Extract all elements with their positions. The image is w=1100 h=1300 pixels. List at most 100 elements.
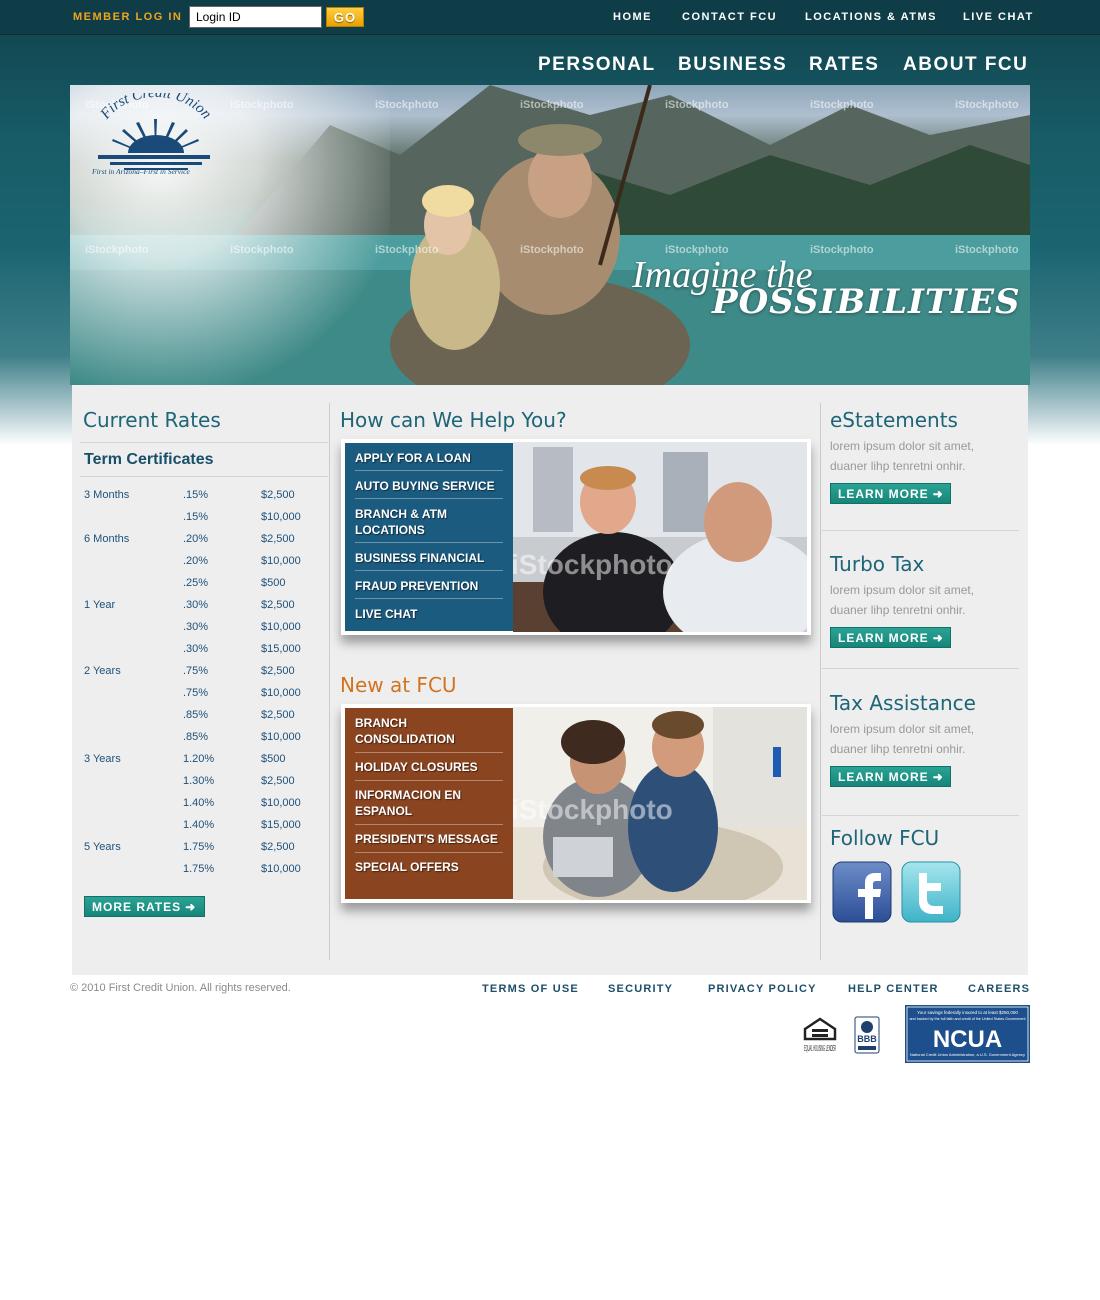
rate-cell: 1.75% <box>183 863 215 875</box>
arrow-right-icon: ➜ <box>185 900 197 914</box>
follow-fcu-title: Follow FCU <box>830 826 940 850</box>
term-cell <box>84 550 183 572</box>
menu-divider <box>355 752 503 753</box>
menu-item-auto-buying[interactable]: AUTO BUYING SERVICE <box>355 478 503 494</box>
term-cell <box>84 814 183 836</box>
copyright-text: © 2010 First Credit Union. All rights re… <box>70 982 291 994</box>
arrow-right-icon: ➜ <box>932 631 944 645</box>
table-row: 3 Months .15% $2,500 <box>84 484 321 506</box>
footer-link-terms[interactable]: TERMS OF USE <box>482 983 579 995</box>
hero-watermark: iStockphoto <box>375 244 439 256</box>
term-cell <box>84 704 183 726</box>
facebook-icon[interactable] <box>832 861 892 923</box>
turbo-tax-text: lorem ipsum dolor sit amet, duaner lihp … <box>830 583 975 617</box>
help-menu: APPLY FOR A LOAN AUTO BUYING SERVICE BRA… <box>345 443 513 631</box>
menu-divider <box>355 598 503 599</box>
current-rates-title: Current Rates <box>83 408 221 432</box>
rate-cell: .20% <box>183 533 209 545</box>
menu-item-holiday-closures[interactable]: HOLIDAY CLOSURES <box>355 759 503 775</box>
login-id-input[interactable] <box>189 6 322 28</box>
tax-assistance-learn-more-button[interactable]: LEARN MORE ➜ <box>830 766 951 787</box>
divider <box>822 530 1019 531</box>
equal-housing-lender-icon: EQUAL HOUSING LENDER <box>803 1017 837 1053</box>
table-row: 5 Years 1.75% $2,500 <box>84 836 321 858</box>
amount-cell: $10,000 <box>261 555 301 567</box>
ncua-line2: and backed by the full faith and credit … <box>910 1016 1027 1021</box>
term-cell <box>84 572 183 594</box>
top-nav-contact[interactable]: CONTACT FCU <box>682 11 777 23</box>
menu-item-special-offers[interactable]: SPECIAL OFFERS <box>355 859 503 875</box>
hero-headline-line2: POSSIBILITIES <box>712 282 1021 322</box>
divider <box>822 815 1019 816</box>
estatements-text: lorem ipsum dolor sit amet, duaner lihp … <box>830 439 975 473</box>
amount-cell: $500 <box>261 753 286 765</box>
rate-cell: 1.75% <box>183 841 215 853</box>
table-row: 6 Months .20% $2,500 <box>84 528 321 550</box>
ncua-badge: Your savings federally insured to at lea… <box>905 1005 1030 1063</box>
equal-housing-label: EQUAL HOUSING LENDER <box>804 1044 836 1053</box>
table-row: 3 Years 1.20% $500 <box>84 748 321 770</box>
main-nav-rates[interactable]: RATES <box>809 54 879 76</box>
rate-cell: .15% <box>183 489 209 501</box>
term-cell: 3 Years <box>84 753 121 765</box>
menu-item-branch-consolidation[interactable]: BRANCH CONSOLIDATION <box>355 715 503 747</box>
divider <box>822 668 1019 669</box>
term-cell <box>84 770 183 792</box>
member-login-label: MEMBER LOG IN <box>73 11 183 23</box>
amount-cell: $10,000 <box>261 621 301 633</box>
column-divider <box>329 403 330 960</box>
top-nav-home[interactable]: HOME <box>613 11 652 23</box>
rate-cell: .25% <box>183 577 209 589</box>
footer-link-privacy[interactable]: PRIVACY POLICY <box>708 983 817 995</box>
hero-watermark: iStockphoto <box>955 99 1019 111</box>
login-go-button[interactable]: GO <box>326 7 364 27</box>
more-rates-label: MORE RATES <box>92 900 182 914</box>
footer-link-help-center[interactable]: HELP CENTER <box>848 983 939 995</box>
tax-assistance-title: Tax Assistance <box>830 691 976 715</box>
top-nav-locations[interactable]: LOCATIONS & ATMS <box>805 11 937 23</box>
table-row: 1.75% $10,000 <box>84 858 321 880</box>
twitter-icon[interactable] <box>901 861 961 923</box>
menu-divider <box>355 780 503 781</box>
rates-table: 3 Months .15% $2,500 .15% $10,000 6 Months.… <box>84 484 321 880</box>
menu-divider <box>355 542 503 543</box>
menu-divider <box>355 824 503 825</box>
amount-cell: $2,500 <box>261 775 295 787</box>
table-row: .30% $10,000 <box>84 616 321 638</box>
rate-cell: .85% <box>183 731 209 743</box>
menu-item-apply-loan[interactable]: APPLY FOR A LOAN <box>355 450 503 466</box>
term-cell <box>84 858 183 880</box>
menu-divider <box>355 570 503 571</box>
rate-cell: .15% <box>183 511 209 523</box>
ncua-line1: Your savings federally insured to at lea… <box>917 1010 1018 1015</box>
table-row: 1.40% $15,000 <box>84 814 321 836</box>
amount-cell: $500 <box>261 577 286 589</box>
menu-item-fraud-prevention[interactable]: FRAUD PREVENTION <box>355 578 503 594</box>
menu-item-live-chat[interactable]: LIVE CHAT <box>355 606 503 622</box>
menu-item-presidents-message[interactable]: PRESIDENT'S MESSAGE <box>355 831 503 847</box>
footer-link-careers[interactable]: CAREERS <box>968 983 1030 995</box>
menu-divider <box>355 852 503 853</box>
more-rates-button[interactable]: MORE RATES ➜ <box>84 896 205 917</box>
term-cell <box>84 506 183 528</box>
column-divider <box>820 403 821 960</box>
menu-item-branch-atm[interactable]: BRANCH & ATM LOCATIONS <box>355 506 503 538</box>
menu-item-informacion[interactable]: INFORMACION EN ESPANOL <box>355 787 503 819</box>
main-nav-personal[interactable]: PERSONAL <box>538 54 656 76</box>
top-nav-live-chat[interactable]: LIVE CHAT <box>963 11 1034 23</box>
footer-link-security[interactable]: SECURITY <box>608 983 673 995</box>
rate-cell: 1.40% <box>183 819 215 831</box>
rate-cell: .20% <box>183 555 209 567</box>
turbo-tax-learn-more-button[interactable]: LEARN MORE ➜ <box>830 627 951 648</box>
main-nav-business[interactable]: BUSINESS <box>678 54 787 76</box>
hero-watermark: iStockphoto <box>810 244 874 256</box>
main-nav-about[interactable]: ABOUT FCU <box>903 54 1028 76</box>
table-row: .85% $10,000 <box>84 726 321 748</box>
estatements-learn-more-button[interactable]: LEARN MORE ➜ <box>830 483 951 504</box>
help-box: iStockphoto APPLY FOR A LOAN AUTO BUYING… <box>341 439 811 635</box>
page: { "member_login": { "label": "MEMBER LOG… <box>0 0 1100 1300</box>
table-row: 1.40% $10,000 <box>84 792 321 814</box>
menu-item-business-financial[interactable]: BUSINESS FINANCIAL <box>355 550 503 566</box>
amount-cell: $15,000 <box>261 643 301 655</box>
estatements-title: eStatements <box>830 408 958 432</box>
